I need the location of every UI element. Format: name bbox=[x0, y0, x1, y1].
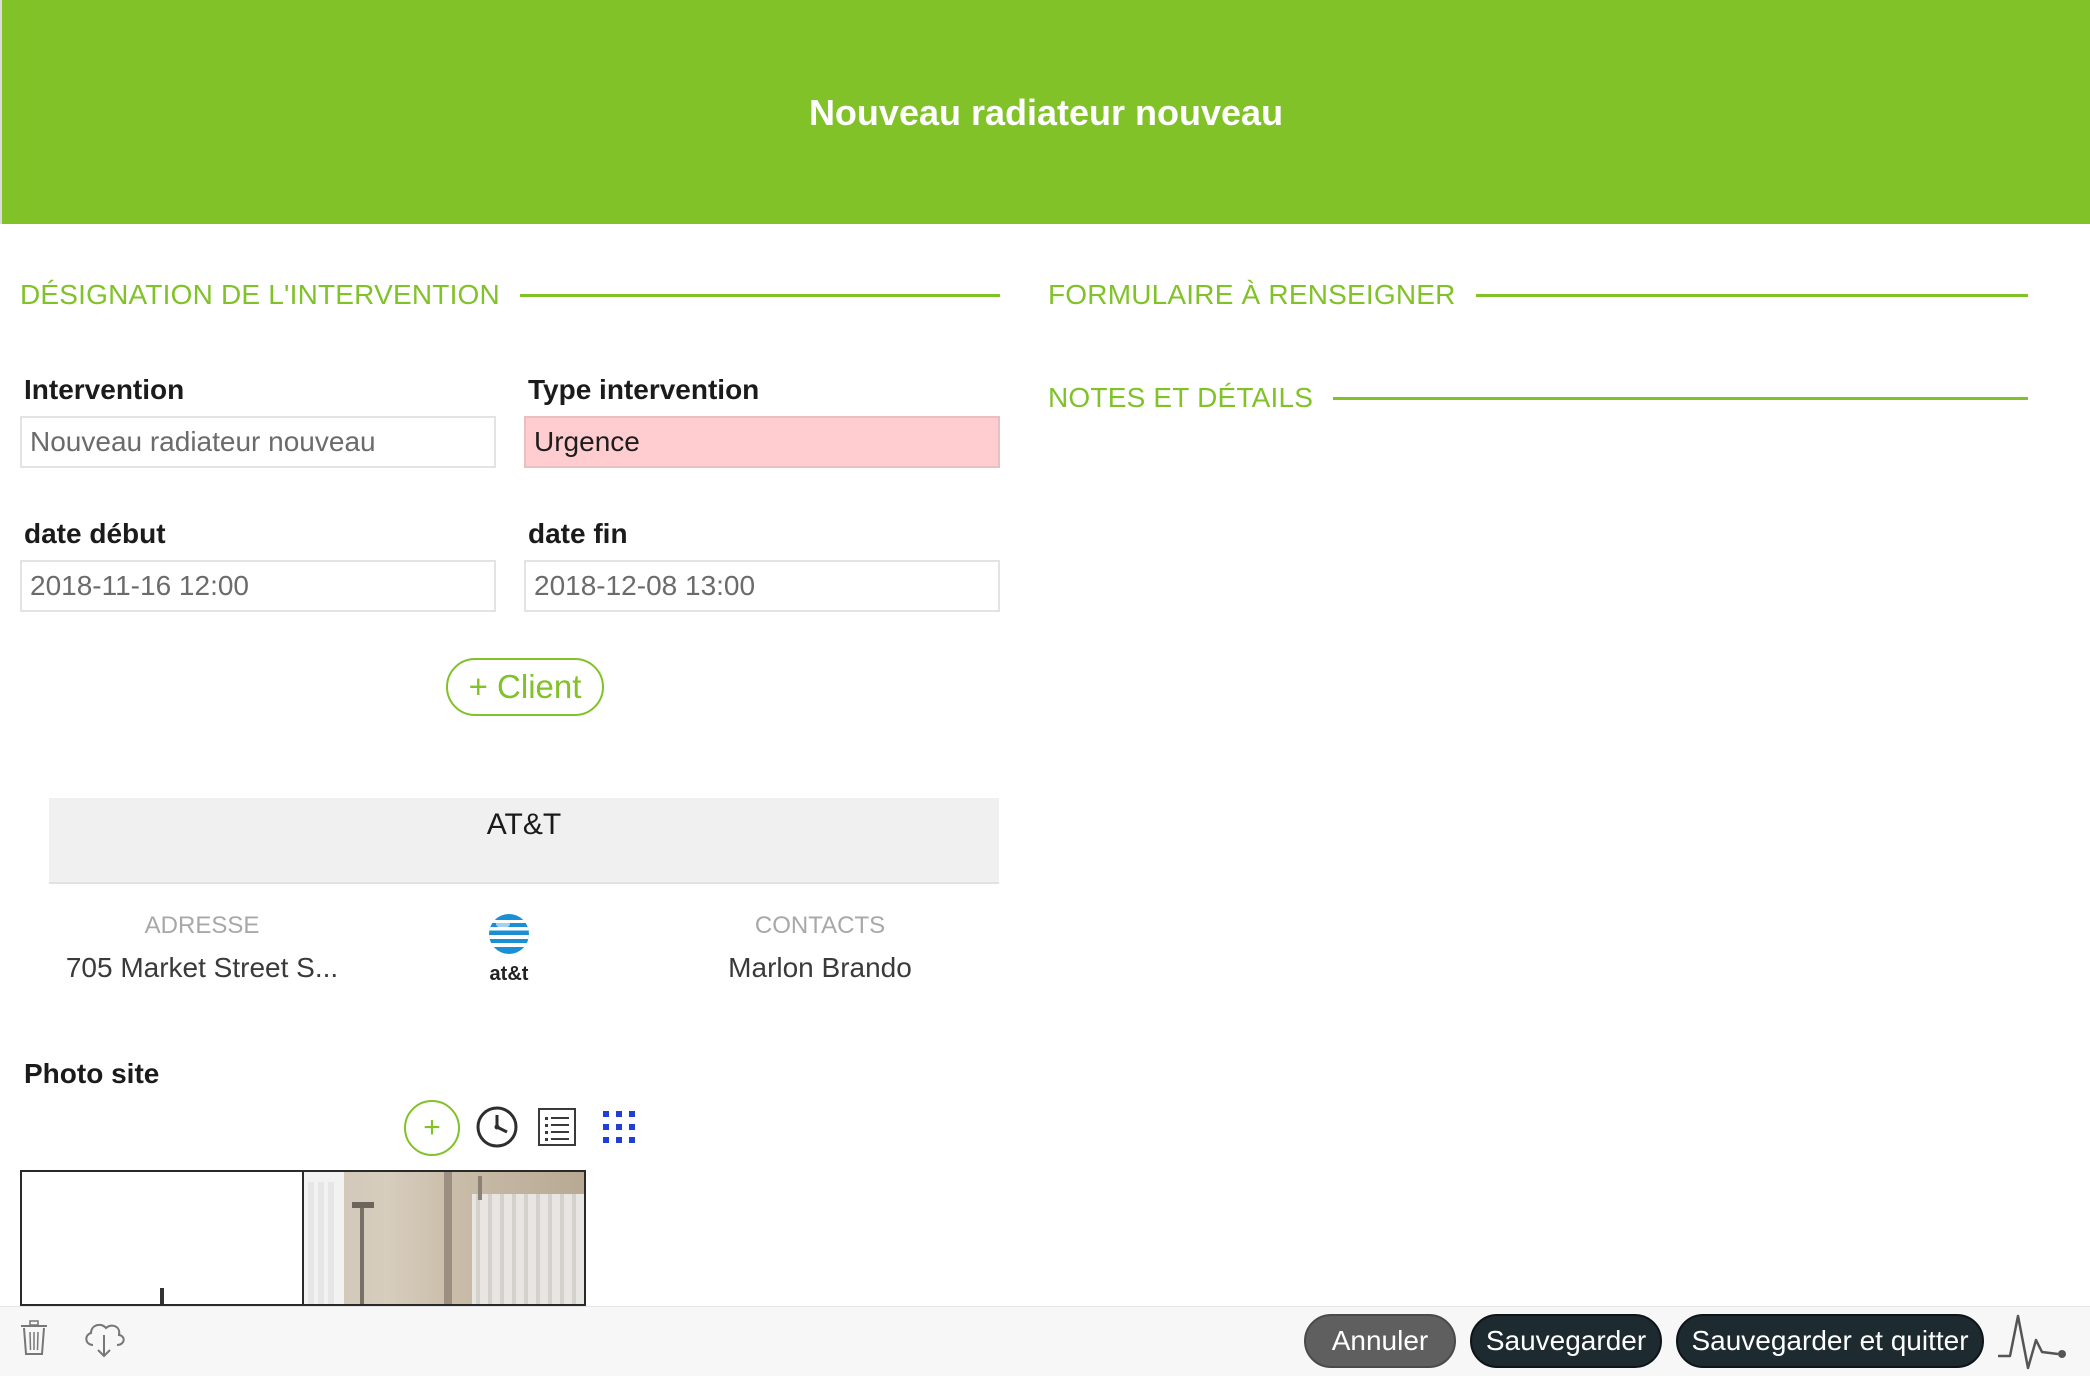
header-bar: Nouveau radiateur nouveau bbox=[0, 0, 2090, 224]
section-formulaire: FORMULAIRE À RENSEIGNER bbox=[1048, 275, 2028, 315]
date-debut-label: date début bbox=[24, 518, 166, 549]
type-intervention-select[interactable]: Urgence bbox=[524, 416, 1000, 468]
client-address[interactable]: 705 Market Street S... bbox=[52, 952, 352, 984]
date-fin-label: date fin bbox=[528, 518, 628, 549]
grid-icon bbox=[603, 1111, 635, 1143]
list-view-button[interactable] bbox=[536, 1106, 578, 1148]
section-divider bbox=[1333, 396, 2028, 400]
save-and-quit-button[interactable]: Sauvegarder et quitter bbox=[1676, 1314, 1984, 1368]
section-notes-label: NOTES ET DÉTAILS bbox=[1048, 382, 1314, 413]
address-title: ADRESSE bbox=[144, 912, 260, 939]
delete-button[interactable] bbox=[16, 1318, 52, 1358]
history-button[interactable] bbox=[474, 1104, 520, 1150]
trash-icon bbox=[21, 1320, 47, 1355]
add-client-button[interactable]: + Client bbox=[446, 658, 604, 716]
att-globe-icon bbox=[489, 914, 529, 954]
intervention-label: Intervention bbox=[24, 374, 185, 405]
add-photo-button[interactable]: + bbox=[404, 1100, 460, 1156]
intervention-input[interactable]: Nouveau radiateur nouveau bbox=[20, 416, 496, 468]
cloud-download-icon bbox=[85, 1323, 125, 1358]
client-logo: at&t bbox=[486, 912, 532, 985]
save-button[interactable]: Sauvegarder bbox=[1470, 1314, 1662, 1368]
intervention-placeholder: Nouveau radiateur nouveau bbox=[30, 426, 376, 457]
date-fin-value: 2018-12-08 13:00 bbox=[534, 570, 756, 601]
date-debut-value: 2018-11-16 12:00 bbox=[30, 570, 249, 601]
page-title: Nouveau radiateur nouveau bbox=[808, 92, 1284, 133]
client-name: AT&T bbox=[486, 808, 562, 841]
date-fin-input[interactable]: 2018-12-08 13:00 bbox=[524, 560, 1000, 612]
client-contact[interactable]: Marlon Brando bbox=[680, 952, 960, 984]
activity-icon bbox=[1998, 1314, 2066, 1370]
date-debut-input[interactable]: 2018-11-16 12:00 bbox=[20, 560, 496, 612]
photo-thumbnail[interactable] bbox=[302, 1170, 586, 1306]
photo-site-label: Photo site bbox=[24, 1058, 160, 1089]
section-divider bbox=[1475, 293, 2028, 297]
list-icon bbox=[538, 1108, 576, 1146]
activity-button[interactable] bbox=[1996, 1310, 2072, 1372]
section-notes: NOTES ET DÉTAILS bbox=[1048, 378, 2028, 418]
cancel-button[interactable]: Annuler bbox=[1304, 1314, 1456, 1368]
grid-view-button[interactable] bbox=[600, 1108, 638, 1146]
type-intervention-label: Type intervention bbox=[528, 374, 760, 405]
thumbnail-mark bbox=[160, 1288, 164, 1304]
plus-icon: + bbox=[423, 1111, 441, 1144]
contacts-title: CONTACTS bbox=[754, 912, 886, 939]
type-intervention-value: Urgence bbox=[534, 426, 640, 457]
cloud-download-button[interactable] bbox=[80, 1318, 128, 1360]
section-designation-label: DÉSIGNATION DE L'INTERVENTION bbox=[20, 279, 500, 310]
section-formulaire-label: FORMULAIRE À RENSEIGNER bbox=[1048, 279, 1456, 310]
section-designation: DÉSIGNATION DE L'INTERVENTION bbox=[20, 275, 1000, 315]
clock-icon bbox=[476, 1106, 518, 1148]
radiator-photo-icon bbox=[304, 1172, 584, 1304]
photo-thumbnail[interactable] bbox=[20, 1170, 304, 1306]
att-logo-text: at&t bbox=[489, 963, 529, 985]
client-card[interactable]: AT&T bbox=[49, 798, 999, 884]
section-divider bbox=[519, 293, 1000, 297]
